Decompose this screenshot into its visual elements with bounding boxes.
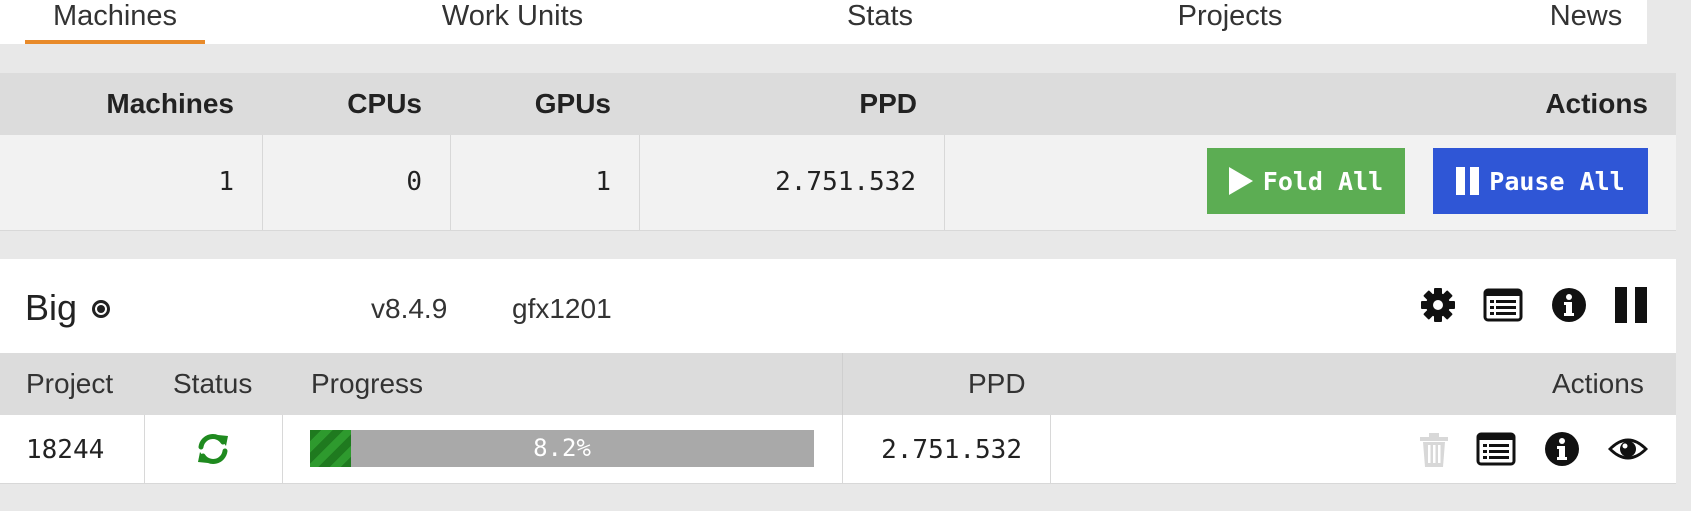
progress-label: 8.2%	[533, 434, 591, 462]
settings-button[interactable]	[1419, 286, 1457, 324]
trash-icon	[1420, 433, 1448, 467]
wu-header-progress: Progress	[311, 368, 424, 399]
tab-machines[interactable]: Machines	[25, 0, 205, 44]
machine-header: Big v8.4.9 gfx1201	[0, 259, 1676, 353]
tab-label: Machines	[52, 0, 178, 32]
pause-all-label: Pause All	[1489, 166, 1625, 196]
work-unit-header-row: Project Status Progress PPD Actions	[0, 353, 1676, 415]
tab-news[interactable]: News	[1541, 0, 1631, 44]
summary-header-gpus: GPUs	[534, 88, 611, 119]
wu-cell-status	[145, 415, 283, 483]
tab-label: Stats	[846, 0, 914, 32]
info-icon	[1552, 288, 1586, 322]
header-divider	[842, 353, 843, 415]
summary-header-row: Machines CPUs GPUs PPD Actions	[0, 73, 1676, 135]
summary-value-machines: 1	[0, 135, 263, 230]
machine-gpu: gfx1201	[512, 293, 612, 324]
table-row: 18244 2.751.532	[0, 415, 1676, 484]
log-list-icon	[1476, 432, 1516, 466]
summary-header-machines: Machines	[106, 88, 234, 119]
summary-value-gpus: 1	[451, 135, 640, 230]
info-icon	[1545, 432, 1579, 466]
play-icon	[1228, 167, 1253, 195]
active-tab-underline	[25, 40, 205, 44]
summary-header-cpus: CPUs	[347, 88, 422, 119]
machine-name: Big	[25, 287, 78, 328]
wu-header-status: Status	[173, 368, 253, 399]
wu-delete-button[interactable]	[1418, 432, 1450, 468]
pause-icon	[1615, 287, 1647, 323]
fold-all-button[interactable]: Fold All	[1207, 148, 1405, 214]
summary-header-actions: Actions	[1545, 88, 1648, 119]
eye-icon	[1608, 438, 1648, 460]
summary-value-cpus: 0	[263, 135, 451, 230]
wu-log-button[interactable]	[1476, 432, 1516, 466]
machine-log-button[interactable]	[1483, 288, 1523, 322]
tab-work-units[interactable]: Work Units	[430, 0, 595, 44]
tab-stats[interactable]: Stats	[840, 0, 920, 44]
wu-header-actions: Actions	[1552, 368, 1644, 399]
pause-all-button[interactable]: Pause All	[1433, 148, 1648, 214]
wu-header-ppd: PPD	[968, 368, 1026, 399]
machine-version: v8.4.9	[371, 293, 448, 324]
machine-info-button[interactable]	[1551, 287, 1587, 323]
summary-value-ppd: 2.751.532	[640, 135, 945, 230]
progress-bar: 8.2%	[310, 430, 814, 467]
wu-cell-ppd: 2.751.532	[843, 415, 1051, 483]
wu-ppd-value: 2.751.532	[881, 435, 1022, 465]
radio-dot-icon	[92, 300, 110, 318]
tab-label: Projects	[1177, 0, 1283, 32]
fold-all-label: Fold All	[1262, 166, 1384, 196]
tab-label: Work Units	[441, 0, 584, 32]
top-nav: Machines Work Units Stats Projects News	[0, 0, 1647, 44]
wu-project-id: 18244	[26, 435, 105, 465]
gear-icon	[1421, 288, 1455, 322]
summary-header-ppd: PPD	[859, 88, 917, 119]
summary-values-row: 1 0 1 2.751.532 Fold All Pause All	[0, 135, 1676, 231]
wu-header-project: Project	[26, 368, 114, 399]
wu-info-button[interactable]	[1544, 431, 1580, 467]
machine-pause-button[interactable]	[1614, 286, 1648, 324]
sync-icon	[198, 434, 228, 464]
log-list-icon	[1483, 288, 1523, 322]
wu-view-button[interactable]	[1607, 434, 1649, 464]
tab-projects[interactable]: Projects	[1170, 0, 1290, 44]
wu-cell-project: 18244	[0, 415, 145, 483]
pause-icon	[1456, 167, 1480, 195]
tab-label: News	[1549, 0, 1623, 32]
